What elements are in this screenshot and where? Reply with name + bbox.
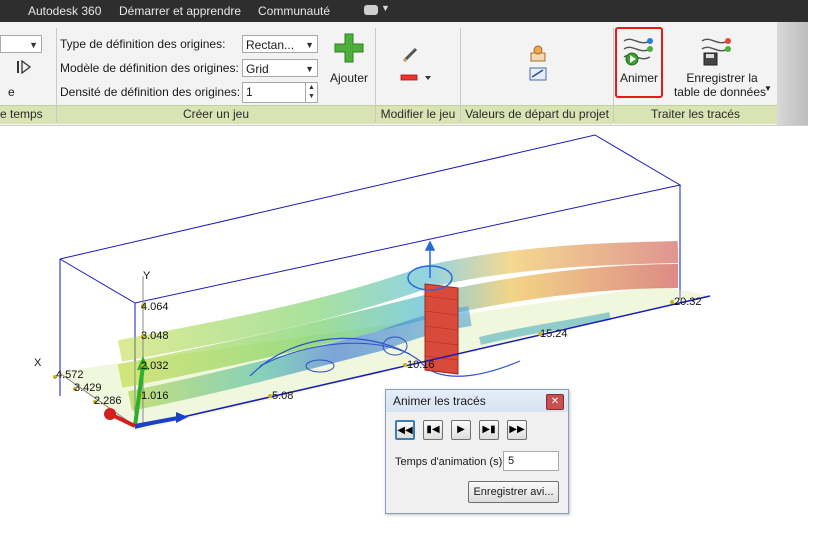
animation-time-input[interactable]: 5 [503,451,559,471]
x-tick: 2.286 [94,395,122,407]
dialog-title: Animer les tracés [386,390,568,412]
step-forward-icon[interactable] [16,60,32,74]
top-menubar: Autodesk 360 Démarrer et apprendre Commu… [0,0,808,22]
fast-forward-button[interactable]: ▶▶ [507,420,527,440]
save-avi-button[interactable]: Enregistrer avi... [468,481,559,503]
y-tick: 2.032 [141,360,169,372]
clipped-dropdown[interactable]: ▼ [0,35,42,53]
type-definition-value: Rectan... [246,38,295,52]
type-definition-select[interactable]: Rectan... ▼ [242,35,318,53]
streamlines [117,241,679,411]
z-tick: 10.16 [407,359,435,371]
densite-definition-stepper[interactable]: 1 ▲ ▼ [242,82,318,103]
z-tick: 5.08 [272,390,294,402]
panel-title-modifier-jeu: Modifier le jeu [376,105,460,124]
clipped-label: e [8,85,15,99]
x-tick: 4.572 [56,369,84,381]
x-axis-label: X [34,357,42,369]
modele-definition-select[interactable]: Grid ▼ [242,59,318,77]
save-data-table-icon[interactable] [700,33,734,67]
animation-time-label: Temps d'animation (s) [395,456,503,468]
chevron-down-icon[interactable]: ▼ [764,84,772,93]
z-tick: 20.32 [674,296,702,308]
pencil-icon[interactable] [401,46,421,64]
chevron-down-icon[interactable]: ▼ [381,3,390,13]
panel-title-temps: e temps [0,105,56,124]
panel-title-valeurs-depart: Valeurs de départ du projet [461,105,613,124]
y-tick: 3.048 [141,330,169,342]
remove-icon[interactable] [399,72,433,84]
x-tick: 3.429 [74,382,102,394]
rewind-button[interactable]: ◀◀ [395,420,415,440]
project-start-icon[interactable] [528,44,548,64]
cloud-icon[interactable] [364,5,378,15]
panel-title-creer-jeu: Créer un jeu [57,105,375,124]
menu-communaute[interactable]: Communauté [258,4,330,18]
modele-definition-value: Grid [246,62,269,76]
z-tick: 15.24 [540,328,568,340]
y-tick: 1.016 [141,390,169,402]
densite-definition-value: 1 [246,85,253,99]
project-values-icon[interactable] [528,66,548,82]
animer-traces-dialog: Animer les tracés ✕ ◀◀ ▮◀ ▶ ▶▮ ▶▶ Temps … [385,389,569,514]
y-tick: 4.064 [141,301,169,313]
play-button[interactable]: ▶ [451,420,471,440]
step-forward-button[interactable]: ▶▮ [479,420,499,440]
ribbon-scroll-strip [777,22,808,125]
plus-icon[interactable] [334,33,364,63]
enregistrer-table-line1[interactable]: Enregistrer la [674,71,770,85]
menu-demarrer-apprendre[interactable]: Démarrer et apprendre [119,4,241,18]
close-icon[interactable]: ✕ [546,394,564,410]
panel-title-traiter-traces: Traiter les tracés [614,105,777,124]
animer-button[interactable] [615,27,663,98]
enregistrer-table-line2[interactable]: table de données [672,85,768,99]
type-definition-label: Type de définition des origines: [60,37,226,51]
ajouter-button[interactable]: Ajouter [326,71,372,85]
modele-definition-label: Modèle de définition des origines: [60,61,239,75]
densite-definition-label: Densité de définition des origines: [60,85,241,99]
chevron-down-icon: ▼ [305,40,314,50]
y-axis-label: Y [143,270,151,282]
step-back-button[interactable]: ▮◀ [423,420,443,440]
chevron-down-icon: ▼ [305,64,314,74]
chevron-down-icon: ▼ [29,40,38,50]
menu-autodesk-360[interactable]: Autodesk 360 [28,4,101,18]
stepper-arrows-icon[interactable]: ▲ ▼ [305,83,317,103]
